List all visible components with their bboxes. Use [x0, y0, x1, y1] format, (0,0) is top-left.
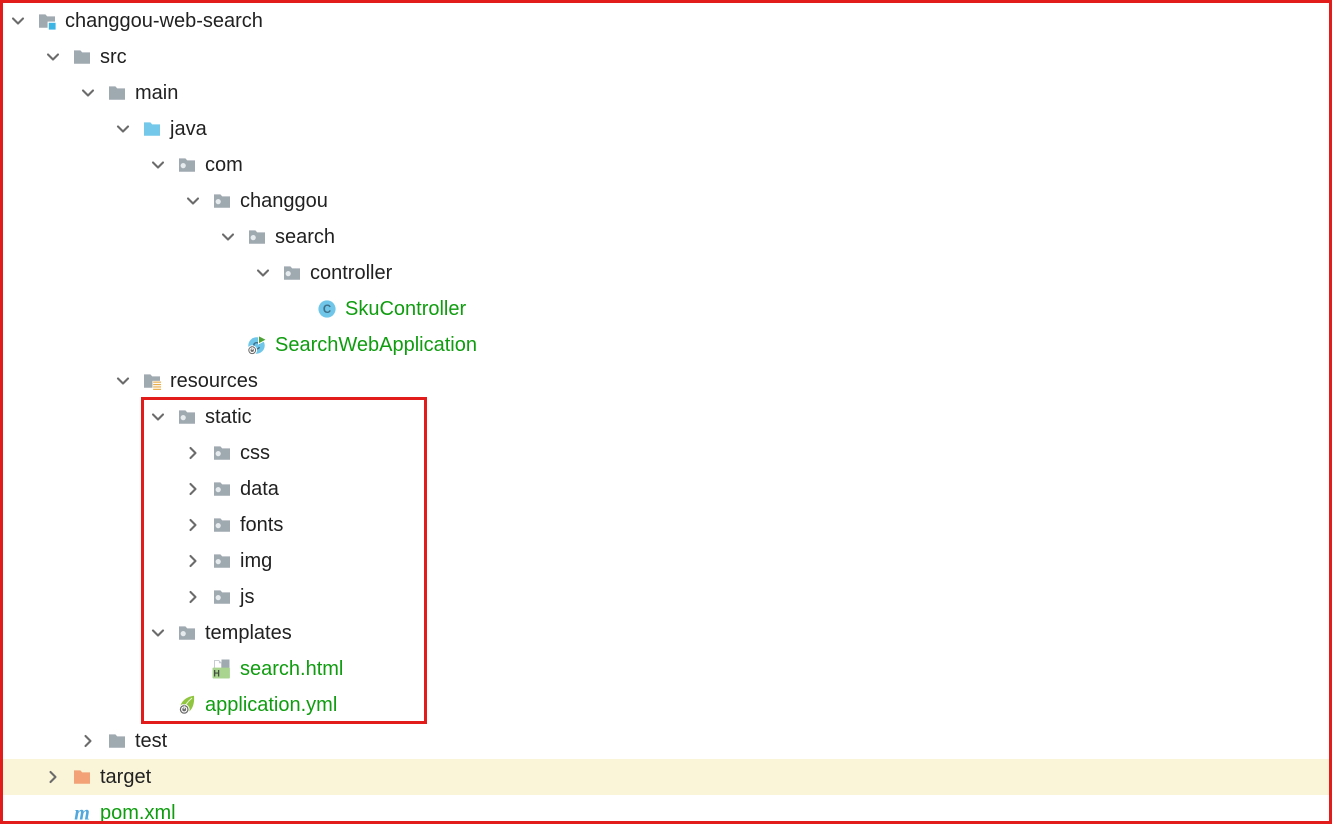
project-folder-icon [37, 11, 65, 31]
chevron-down-icon[interactable] [79, 83, 107, 103]
svg-text:H: H [213, 669, 220, 679]
package-folder-icon [177, 407, 205, 427]
ide-project-tree-panel: changgou-web-search src main java com changgo… [0, 0, 1332, 824]
chevron-down-icon[interactable] [44, 47, 72, 67]
tree-item-skucontroller[interactable]: C SkuController [3, 291, 1329, 327]
chevron-down-icon[interactable] [9, 11, 37, 31]
tree-item-target[interactable]: target [3, 759, 1329, 795]
package-folder-icon [212, 191, 240, 211]
tree-item-controller[interactable]: controller [3, 255, 1329, 291]
package-folder-icon [247, 227, 275, 247]
chevron-down-icon[interactable] [149, 623, 177, 643]
chevron-right-icon[interactable] [184, 515, 212, 535]
folder-icon [107, 731, 135, 751]
maven-file-icon: m [72, 803, 100, 823]
tree-item-label: js [240, 585, 255, 608]
tree-item-label: com [205, 153, 243, 176]
tree-item-main[interactable]: main [3, 75, 1329, 111]
package-folder-icon [212, 479, 240, 499]
chevron-down-icon[interactable] [114, 119, 142, 139]
tree-item-search[interactable]: search [3, 219, 1329, 255]
chevron-down-icon[interactable] [149, 155, 177, 175]
tree-item-label: css [240, 441, 270, 464]
sources-root-folder-icon [142, 119, 170, 139]
tree-item-css[interactable]: css [3, 435, 1329, 471]
tree-item-label: resources [170, 369, 258, 392]
tree-item-label: img [240, 549, 273, 572]
tree-item-src[interactable]: src [3, 39, 1329, 75]
resources-root-folder-icon [142, 371, 170, 391]
tree-item-changgou-web-search[interactable]: changgou-web-search [3, 3, 1329, 39]
tree-item-label: test [135, 729, 168, 752]
chevron-placeholder [289, 299, 317, 319]
package-folder-icon [212, 515, 240, 535]
package-folder-icon [212, 551, 240, 571]
chevron-right-icon[interactable] [44, 767, 72, 787]
tree-item-pom-xml[interactable]: m pom.xml [3, 795, 1329, 824]
tree-item-com[interactable]: com [3, 147, 1329, 183]
tree-item-label: search.html [240, 657, 344, 680]
excluded-folder-icon [72, 767, 100, 787]
tree-item-label: target [100, 765, 152, 788]
package-folder-icon [212, 587, 240, 607]
folder-icon [72, 47, 100, 67]
tree-item-application-yml[interactable]: application.yml [3, 687, 1329, 723]
chevron-placeholder [44, 803, 72, 821]
chevron-down-icon[interactable] [254, 263, 282, 283]
tree-item-changgou[interactable]: changgou [3, 183, 1329, 219]
tree-item-label: pom.xml [100, 801, 176, 824]
tree-item-label: search [275, 225, 336, 248]
package-folder-icon [177, 623, 205, 643]
chevron-placeholder [219, 335, 247, 355]
package-folder-icon [177, 155, 205, 175]
spring-config-file-icon [177, 695, 205, 715]
chevron-right-icon[interactable] [184, 587, 212, 607]
tree-item-java[interactable]: java [3, 111, 1329, 147]
chevron-down-icon[interactable] [184, 191, 212, 211]
tree-item-search-html[interactable]: Hsearch.html [3, 651, 1329, 687]
chevron-down-icon[interactable] [149, 407, 177, 427]
chevron-right-icon[interactable] [184, 551, 212, 571]
svg-text:m: m [74, 803, 90, 823]
tree-item-js[interactable]: js [3, 579, 1329, 615]
tree-item-test[interactable]: test [3, 723, 1329, 759]
tree-item-label: src [100, 45, 127, 68]
tree-item-label: application.yml [205, 693, 338, 716]
chevron-right-icon[interactable] [79, 731, 107, 751]
package-folder-icon [282, 263, 310, 283]
tree-item-label: templates [205, 621, 292, 644]
tree-item-label: controller [310, 261, 393, 284]
folder-icon [107, 83, 135, 103]
tree-item-label: SearchWebApplication [275, 333, 477, 356]
tree-item-label: main [135, 81, 179, 104]
spring-boot-application-icon: C [247, 335, 275, 355]
chevron-down-icon[interactable] [114, 371, 142, 391]
tree-item-label: fonts [240, 513, 284, 536]
tree-item-resources[interactable]: resources [3, 363, 1329, 399]
chevron-placeholder [184, 659, 212, 679]
tree-item-label: changgou-web-search [65, 9, 263, 32]
package-folder-icon [212, 443, 240, 463]
tree-item-label: data [240, 477, 279, 500]
java-class-icon: C [317, 299, 345, 319]
tree-item-label: static [205, 405, 252, 428]
svg-text:C: C [323, 304, 331, 316]
chevron-right-icon[interactable] [184, 443, 212, 463]
tree-item-fonts[interactable]: fonts [3, 507, 1329, 543]
tree-item-static[interactable]: static [3, 399, 1329, 435]
chevron-down-icon[interactable] [219, 227, 247, 247]
tree-item-label: java [170, 117, 207, 140]
chevron-right-icon[interactable] [184, 479, 212, 499]
tree-item-data[interactable]: data [3, 471, 1329, 507]
tree-item-searchwebapplication[interactable]: C SearchWebApplication [3, 327, 1329, 363]
chevron-placeholder [149, 695, 177, 715]
tree-item-label: changgou [240, 189, 328, 212]
tree-item-img[interactable]: img [3, 543, 1329, 579]
html-file-icon: H [212, 659, 240, 679]
tree-item-label: SkuController [345, 297, 467, 320]
project-tree: changgou-web-search src main java com changgo… [3, 3, 1329, 824]
tree-item-templates[interactable]: templates [3, 615, 1329, 651]
